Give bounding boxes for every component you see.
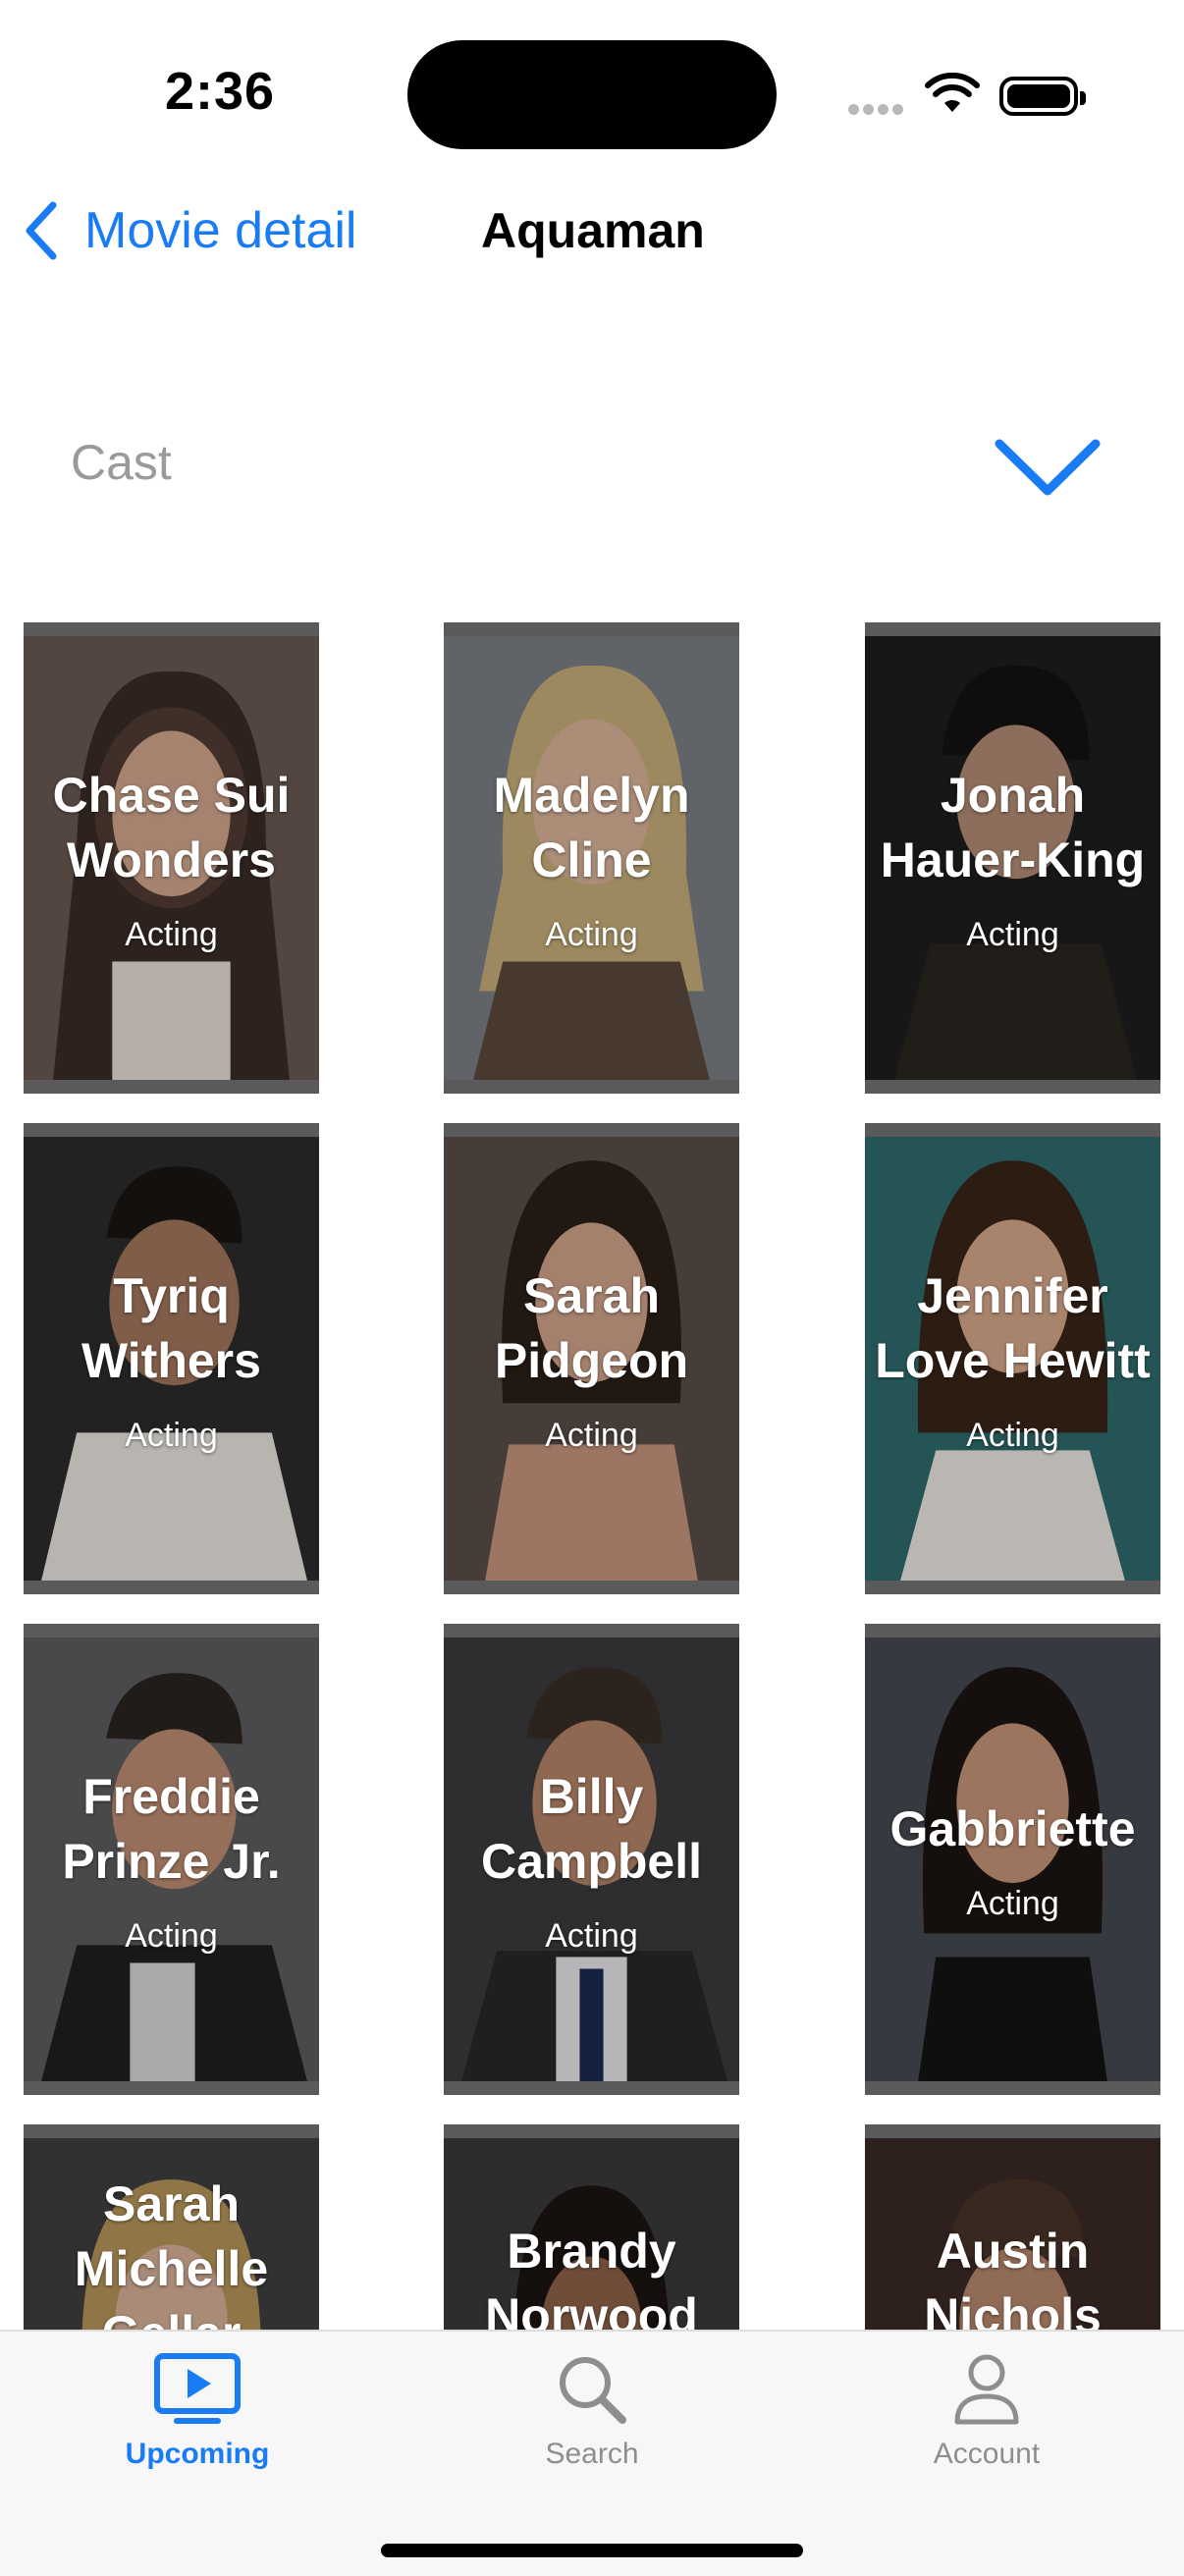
wifi-icon [925,72,980,121]
cast-card[interactable]: Brandy Norwood [444,2124,739,2330]
battery-icon [999,77,1086,116]
cast-card[interactable]: Tyriq Withers Acting [24,1123,319,1594]
cast-card[interactable]: Madelyn Cline Acting [444,622,739,1094]
page-title: Aquaman [481,203,705,258]
cast-section-header[interactable]: Cast [0,412,1184,520]
cast-role: Acting [966,915,1059,953]
cast-card[interactable]: Sarah Michelle Gellar [24,2124,319,2330]
cast-name: Jonah Hauer-King [880,767,1146,887]
tab-upcoming[interactable]: Upcoming [0,2332,395,2479]
cast-name: Sarah Michelle Gellar [74,2176,269,2330]
cast-card[interactable]: Billy Campbell Acting [444,1624,739,2095]
tab-account[interactable]: Account [789,2332,1184,2479]
cast-card[interactable]: Freddie Prinze Jr. Acting [24,1624,319,2095]
cast-name: Sarah Pidgeon [494,1267,689,1388]
tab-bar: Upcoming Search Account [0,2330,1184,2576]
tab-search[interactable]: Search [395,2332,789,2479]
cast-section-label: Cast [71,435,172,490]
play-tv-icon [154,2353,241,2431]
cast-name: Austin Nichols [924,2224,1102,2330]
cast-role: Acting [545,1416,638,1454]
cast-role: Acting [125,1416,218,1454]
navigation-bar: Movie detail Aquaman [0,177,1184,285]
cast-card[interactable]: Jennifer Love Hewitt Acting [865,1123,1160,1594]
cast-name: Gabbriette [889,1800,1136,1856]
back-button-label: Movie detail [84,202,357,259]
cast-card[interactable]: Austin Nichols [865,2124,1160,2330]
cast-name: Madelyn Cline [493,767,690,887]
cast-name: Billy Campbell [480,1768,703,1889]
status-bar: 2:36 [0,0,1184,177]
cast-role: Acting [125,1916,218,1955]
chevron-down-icon[interactable] [994,436,1102,504]
magnifier-icon [556,2353,628,2431]
home-indicator[interactable] [381,2544,803,2557]
dynamic-island [407,40,777,149]
cast-card[interactable]: Jonah Hauer-King Acting [865,622,1160,1094]
cast-name: Chase Sui Wonders [52,767,291,887]
cellular-signal-icon [848,102,907,120]
cast-card[interactable]: Sarah Pidgeon Acting [444,1123,739,1594]
cast-role: Acting [545,1916,638,1955]
cast-name: Freddie Prinze Jr. [62,1768,281,1889]
cast-role: Acting [125,915,218,953]
cast-card[interactable]: Gabbriette Acting [865,1624,1160,2095]
cast-role: Acting [545,915,638,953]
cast-role: Acting [966,1416,1059,1454]
cast-name: Tyriq Withers [81,1267,261,1388]
back-button[interactable]: Movie detail [24,196,356,265]
status-time: 2:36 [165,62,276,121]
cast-card[interactable]: Chase Sui Wonders Acting [24,622,319,1094]
cast-role: Acting [966,1884,1059,1922]
tab-upcoming-label: Upcoming [125,2438,270,2470]
cast-name: Brandy Norwood [485,2224,698,2330]
cast-grid: Chase Sui Wonders Acting Madelyn Cline Act… [0,621,1184,2330]
tab-account-label: Account [933,2438,1041,2470]
cast-name: Jennifer Love Hewitt [875,1267,1151,1388]
chevron-left-icon [26,201,57,260]
tab-search-label: Search [545,2438,639,2470]
person-icon [952,2353,1021,2431]
